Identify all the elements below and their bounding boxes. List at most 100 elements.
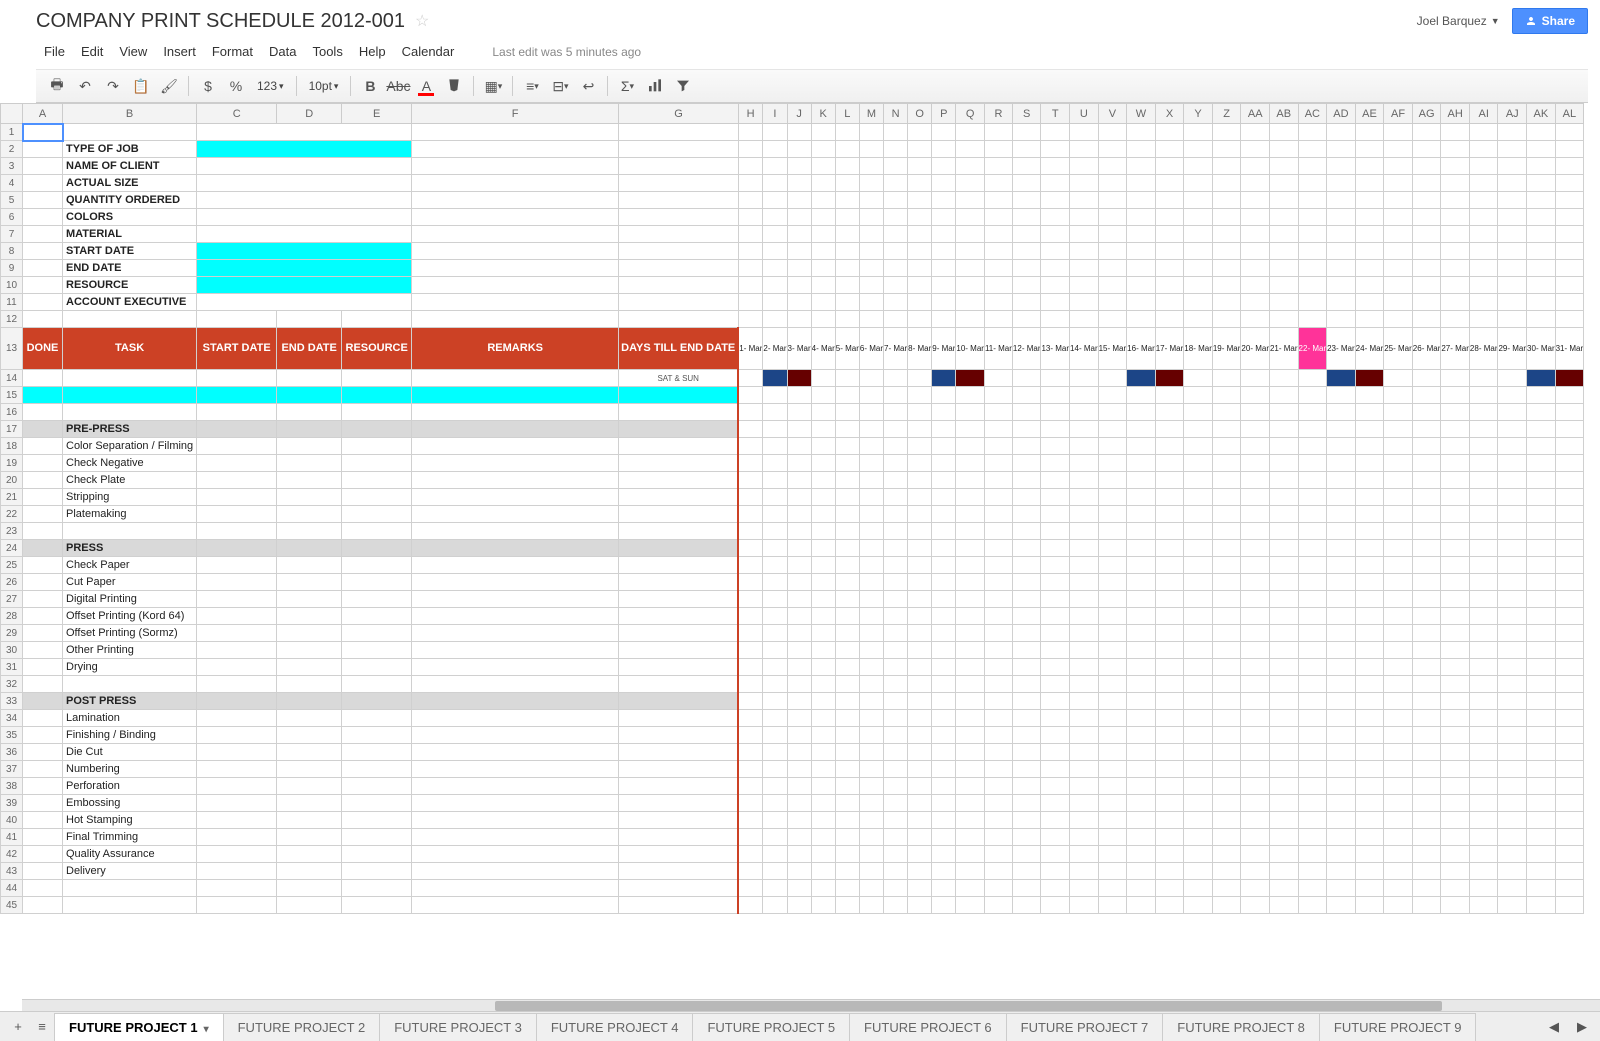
cell[interactable] [412,880,619,897]
cell[interactable] [1041,761,1070,778]
cell[interactable] [1555,608,1584,625]
cell[interactable] [1327,557,1356,574]
cell[interactable] [738,608,763,625]
cell[interactable] [908,608,932,625]
cell[interactable] [738,846,763,863]
cell[interactable] [1412,863,1441,880]
cell[interactable] [1327,727,1356,744]
cell[interactable] [1012,659,1041,676]
cell[interactable] [908,158,932,175]
cell[interactable] [1070,642,1099,659]
cell[interactable] [1070,243,1099,260]
cell[interactable] [811,489,835,506]
cell[interactable] [1269,659,1298,676]
cell[interactable] [1298,642,1327,659]
cell[interactable] [763,455,787,472]
cell[interactable] [932,863,956,880]
cell[interactable] [1412,260,1441,277]
row-header[interactable]: 10 [1,277,23,294]
cell[interactable] [277,795,342,812]
cell[interactable] [1327,795,1356,812]
cell[interactable] [342,642,412,659]
cell[interactable] [1012,387,1041,404]
cell[interactable] [1098,625,1127,642]
cell[interactable] [197,710,277,727]
row-header[interactable]: 43 [1,863,23,880]
cell[interactable] [932,846,956,863]
task-label[interactable]: Check Negative [63,455,197,472]
cell[interactable] [1070,625,1099,642]
column-header[interactable]: AH [1441,104,1470,124]
cell[interactable] [277,744,342,761]
cell[interactable] [1184,489,1213,506]
cell[interactable] [1269,897,1298,914]
cell[interactable] [1327,829,1356,846]
cell[interactable] [932,158,956,175]
cell[interactable] [412,523,619,540]
cell[interactable] [984,311,1012,328]
cell[interactable] [1070,812,1099,829]
cell[interactable] [197,642,277,659]
cell[interactable] [23,158,63,175]
cell[interactable] [1412,727,1441,744]
cell[interactable] [1384,574,1413,591]
cell[interactable] [1498,370,1527,387]
column-header[interactable]: AE [1355,104,1384,124]
cell[interactable] [1327,404,1356,421]
cell[interactable] [1384,676,1413,693]
cell[interactable] [1327,387,1356,404]
cell[interactable] [956,880,985,897]
cell[interactable] [1298,574,1327,591]
cell[interactable] [1327,260,1356,277]
cell[interactable] [23,897,63,914]
cell[interactable] [908,455,932,472]
cell[interactable] [1384,421,1413,438]
cell[interactable] [342,387,412,404]
cell[interactable] [1412,472,1441,489]
cell[interactable] [835,192,859,209]
cell[interactable] [956,812,985,829]
cell[interactable] [1298,829,1327,846]
menu-format[interactable]: Format [204,40,261,63]
cell[interactable] [1527,812,1556,829]
cell[interactable] [1041,243,1070,260]
cell[interactable] [1298,608,1327,625]
cell[interactable] [23,591,63,608]
cell[interactable] [738,659,763,676]
info-field-label[interactable]: TYPE OF JOB [63,141,197,158]
task-label[interactable]: Platemaking [63,506,197,523]
cell[interactable] [787,812,811,829]
cell[interactable] [1555,897,1584,914]
cell[interactable] [342,676,412,693]
cell[interactable] [1298,243,1327,260]
cell[interactable] [787,540,811,557]
cell[interactable] [1127,727,1156,744]
cell[interactable] [1012,880,1041,897]
cell[interactable] [811,506,835,523]
cell[interactable] [738,761,763,778]
cell[interactable] [1498,192,1527,209]
date-header[interactable]: 22- Mar [1298,328,1327,370]
cell[interactable] [277,676,342,693]
cell[interactable] [1212,693,1241,710]
cell[interactable] [23,693,63,710]
cell[interactable] [811,243,835,260]
row-header[interactable]: 9 [1,260,23,277]
cell[interactable] [811,659,835,676]
cell[interactable] [619,608,739,625]
cell[interactable] [763,438,787,455]
cell[interactable] [412,260,619,277]
cell[interactable] [1127,387,1156,404]
cell[interactable] [835,863,859,880]
cell[interactable] [1098,880,1127,897]
cell[interactable] [984,540,1012,557]
cell[interactable] [1527,540,1556,557]
cell[interactable] [956,175,985,192]
cell[interactable] [984,642,1012,659]
cell[interactable] [835,557,859,574]
cell[interactable] [1355,812,1384,829]
cell[interactable] [1212,710,1241,727]
cell[interactable] [787,141,811,158]
column-header[interactable]: AL [1555,104,1584,124]
cell[interactable] [1212,659,1241,676]
